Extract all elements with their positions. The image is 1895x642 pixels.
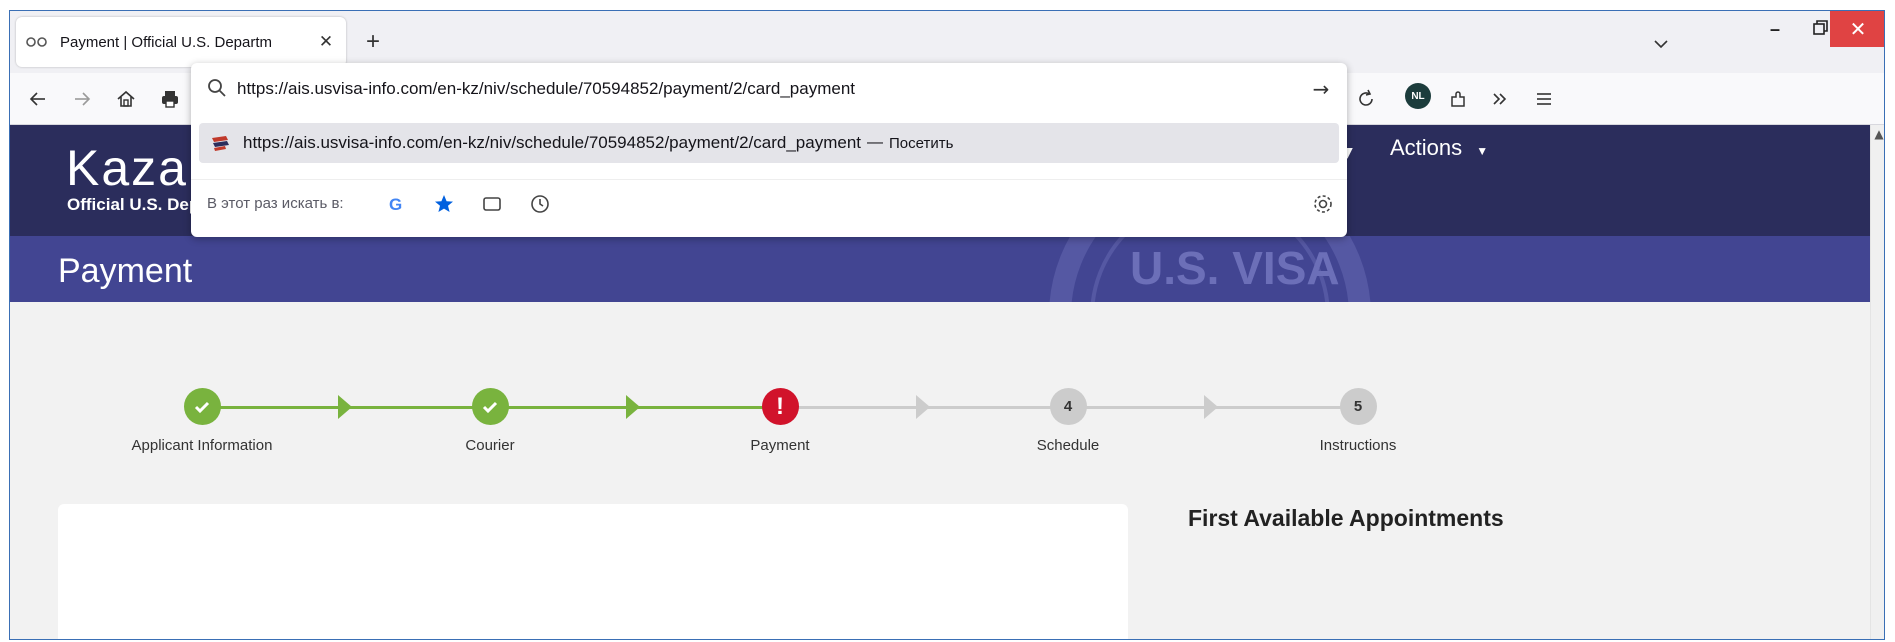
bookmarks-star-icon[interactable]	[431, 191, 457, 217]
tab-title: Payment | Official U.S. Departm	[60, 33, 273, 51]
step-label: Courier	[465, 437, 515, 454]
site-subtitle: Official U.S. Dep	[67, 195, 200, 214]
window-restore-button[interactable]	[1810, 17, 1832, 39]
hamburger-menu-icon[interactable]	[1532, 87, 1556, 111]
forward-arrow-icon[interactable]	[70, 87, 94, 111]
step-label: Instructions	[1319, 437, 1397, 454]
first-available-appointments-heading: First Available Appointments	[1188, 505, 1504, 531]
extension-nl-badge[interactable]: NL	[1405, 83, 1431, 109]
search-icon	[205, 76, 229, 100]
google-search-icon[interactable]: G	[383, 191, 409, 217]
checkmark-icon	[183, 388, 221, 425]
extensions-puzzle-icon[interactable]	[1446, 87, 1470, 111]
svg-text:G: G	[389, 195, 402, 214]
step-schedule: 4 Schedule	[968, 388, 1168, 454]
suggestion-separator: —	[867, 134, 884, 151]
caret-down-icon: ▼	[1476, 144, 1489, 158]
printer-icon[interactable]	[158, 87, 182, 111]
actions-label: Actions	[1390, 135, 1463, 160]
step-arrow-icon	[1204, 395, 1218, 419]
back-arrow-icon[interactable]	[26, 87, 50, 111]
list-all-tabs-chevron-down-icon[interactable]	[1650, 33, 1672, 55]
window-minimize-button[interactable]: –	[1770, 19, 1790, 39]
step-number-badge: 4	[1049, 388, 1087, 425]
url-suggestion[interactable]: https://ais.usvisa-info.com/en-kz/niv/sc…	[199, 123, 1339, 163]
step-label: Applicant Information	[131, 437, 273, 454]
url-input[interactable]	[237, 75, 1277, 103]
urlbar-panel: → https://ais.usvisa-info.com/en-kz/niv/…	[191, 63, 1347, 237]
page-scrollbar[interactable]: ▲	[1870, 125, 1884, 639]
step-label: Schedule	[1036, 437, 1100, 454]
tab-close-icon[interactable]: ✕	[316, 32, 336, 52]
one-off-search-row: В этот раз искать в: G	[191, 179, 1347, 229]
step-courier: Courier	[390, 388, 590, 454]
step-payment: ! Payment	[680, 388, 880, 454]
page-heading: Payment	[58, 252, 193, 290]
suggestion-url: https://ais.usvisa-info.com/en-kz/niv/sc…	[243, 133, 862, 152]
reload-icon[interactable]	[1354, 87, 1378, 111]
new-tab-button[interactable]: +	[362, 28, 384, 55]
actions-menu[interactable]: Actions ▼	[1390, 135, 1488, 161]
tabs-icon[interactable]	[479, 191, 505, 217]
step-arrow-icon	[916, 395, 930, 419]
seal-text: U.S. VISA	[1130, 242, 1340, 294]
browser-window: Payment | Official U.S. Departm ✕ + – ✕	[9, 10, 1885, 640]
window-close-button[interactable]: ✕	[1830, 11, 1884, 47]
page-banner: U.S. VISA Payment	[10, 236, 1884, 302]
step-arrow-icon	[338, 395, 352, 419]
error-exclamation-icon: !	[761, 388, 799, 425]
usvisa-flag-favicon-icon	[209, 134, 233, 152]
visa-seal-watermark: U.S. VISA	[1049, 236, 1371, 302]
suggestion-action: Посетить	[889, 134, 954, 152]
step-number-badge: 5	[1339, 388, 1377, 425]
go-arrow-icon[interactable]: →	[1309, 77, 1333, 101]
history-clock-icon[interactable]	[527, 191, 553, 217]
tab-payment[interactable]: Payment | Official U.S. Departm ✕	[16, 17, 346, 67]
search-settings-gear-icon[interactable]	[1311, 192, 1335, 216]
step-applicant-information: Applicant Information	[102, 388, 302, 454]
step-instructions: 5 Instructions	[1258, 388, 1458, 454]
checkmark-icon	[471, 388, 509, 425]
home-icon[interactable]	[114, 87, 138, 111]
step-arrow-icon	[626, 395, 640, 419]
step-label: Payment	[750, 437, 810, 454]
scroll-up-arrow-icon[interactable]: ▲	[1871, 125, 1884, 143]
one-off-search-label: В этот раз искать в:	[207, 195, 344, 212]
payment-card	[58, 504, 1128, 639]
site-favicon-icon	[26, 35, 50, 49]
urlbar-row: →	[191, 63, 1347, 115]
overflow-chevrons-right-icon[interactable]	[1488, 87, 1512, 111]
